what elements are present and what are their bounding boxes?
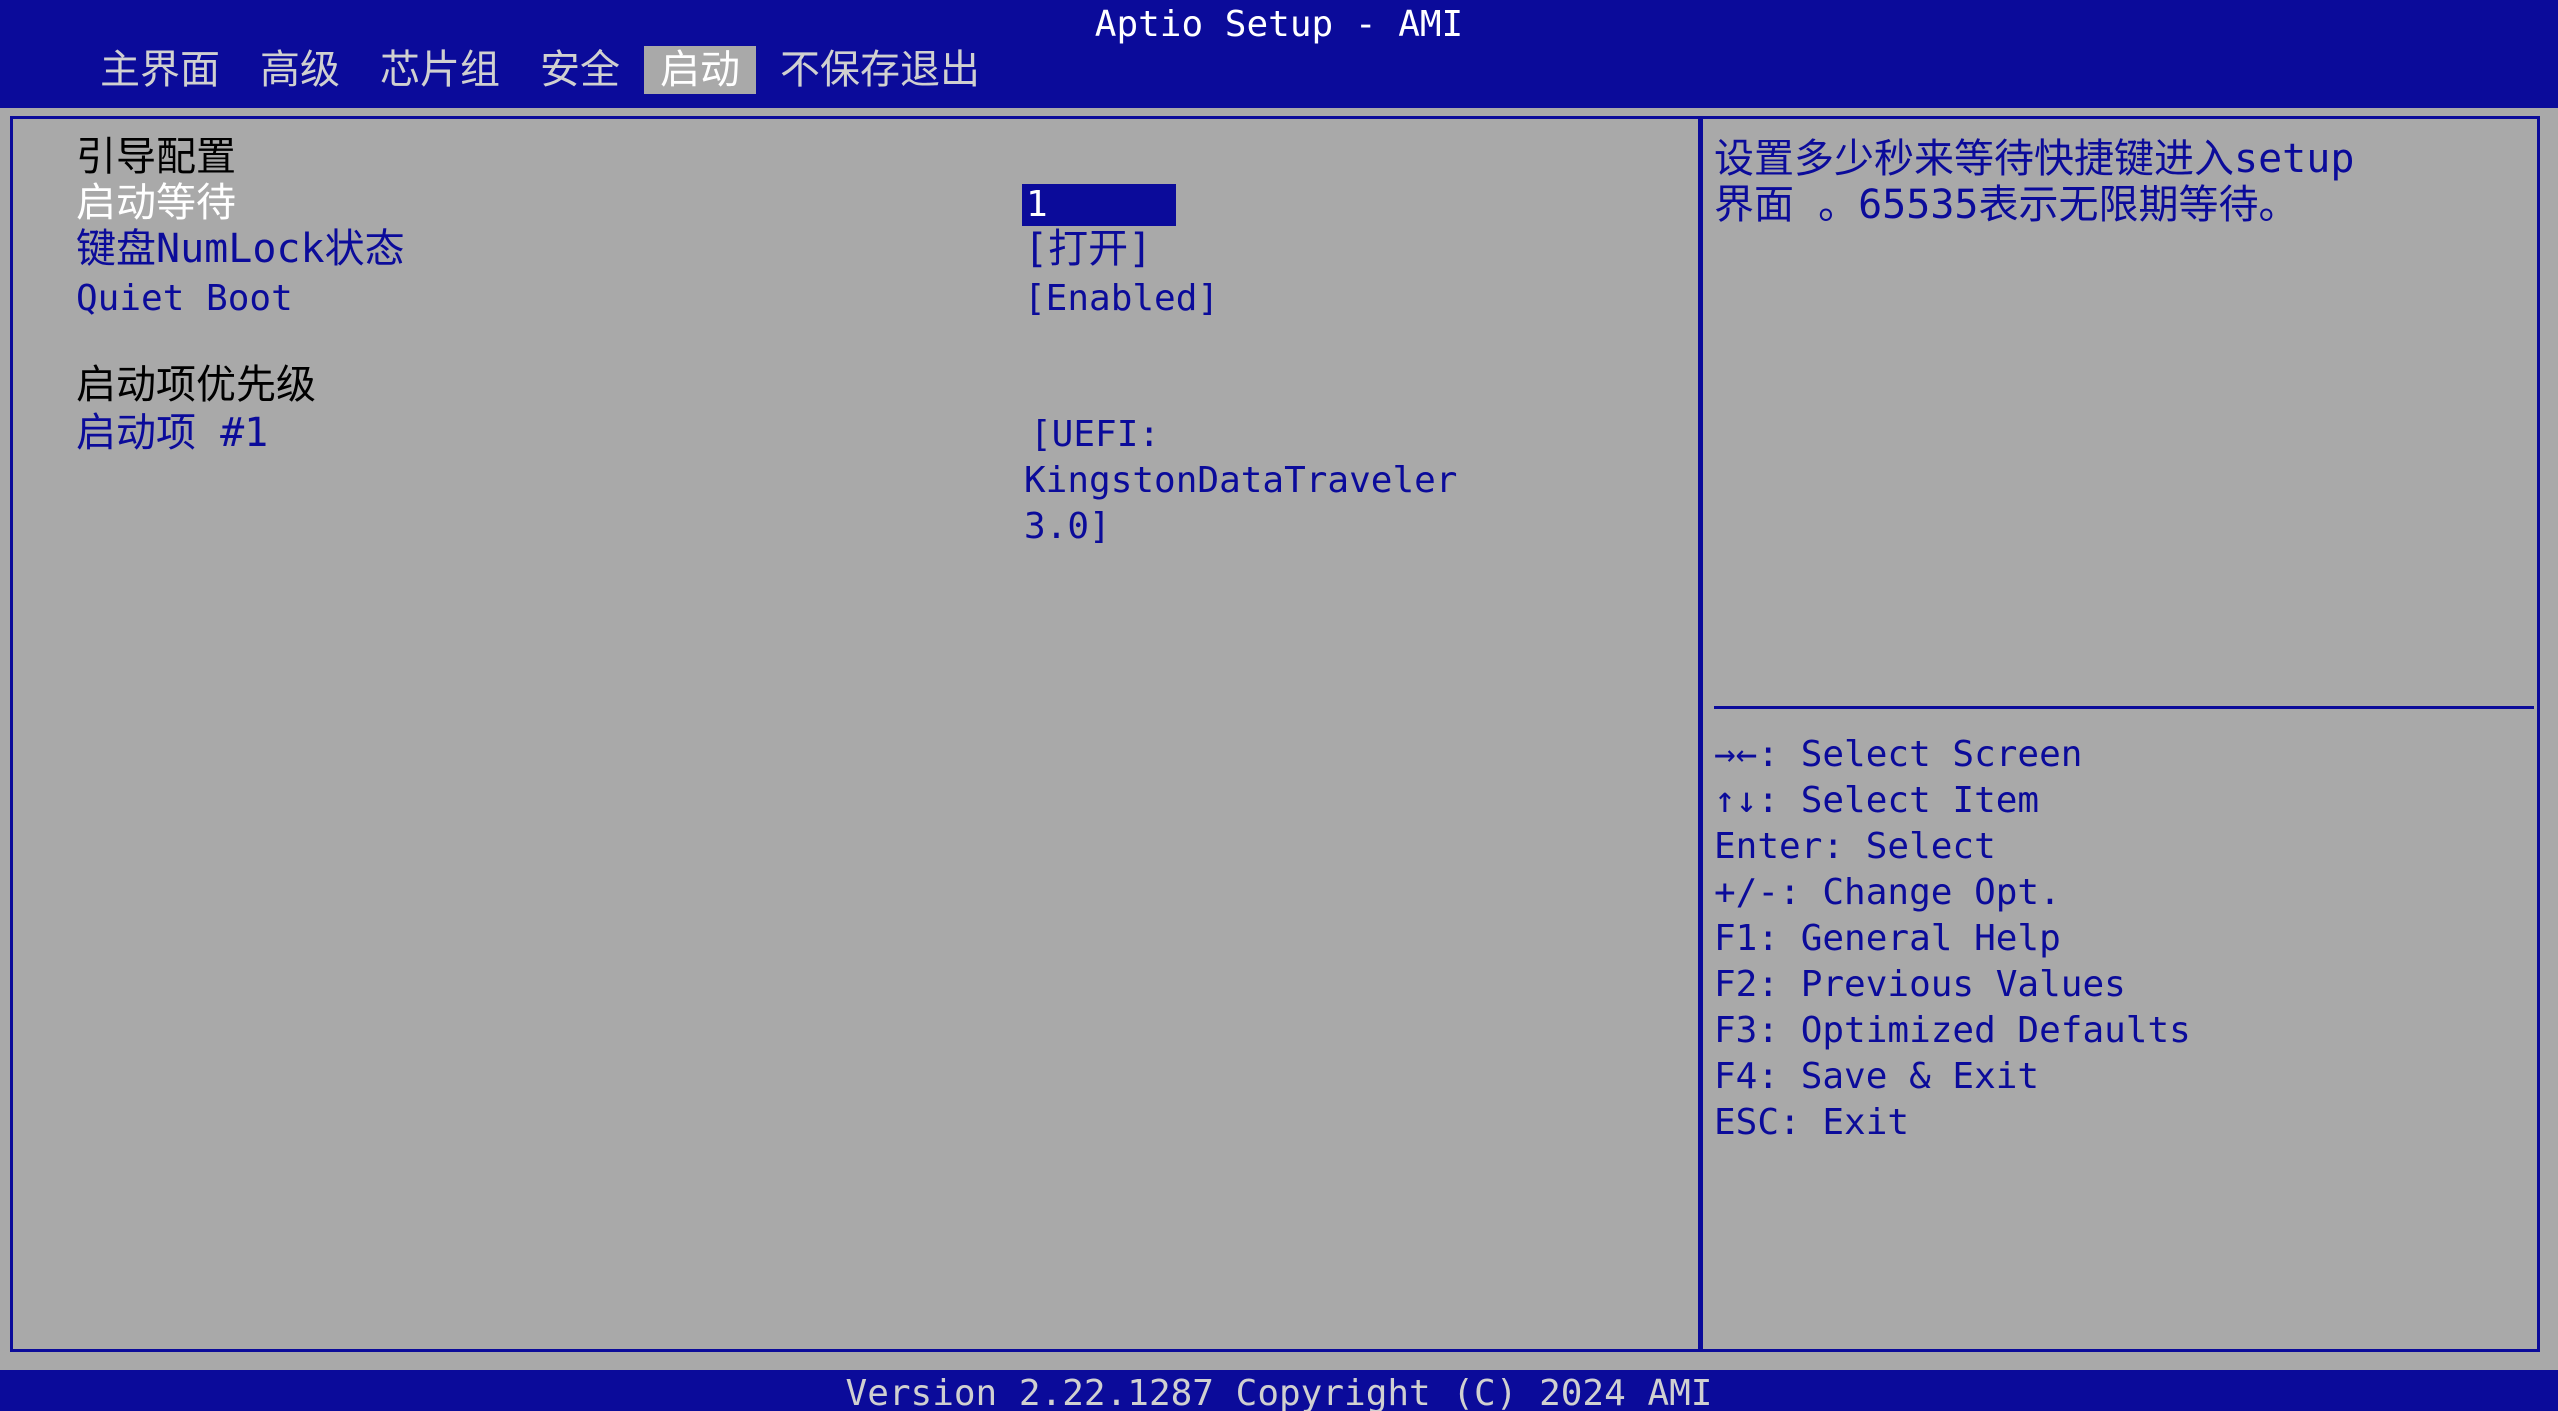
numlock-label[interactable]: 键盘NumLock状态 bbox=[76, 226, 405, 272]
key-hint-select-item: ↑↓: Select Item bbox=[1714, 780, 2040, 821]
section-title-boot-priority: 启动项优先级 bbox=[76, 362, 316, 408]
help-divider bbox=[1714, 706, 2534, 709]
tab-security[interactable]: 安全 bbox=[524, 46, 636, 94]
tab-boot[interactable]: 启动 bbox=[644, 46, 756, 94]
boot-option-1-value-line3[interactable]: 3.0] bbox=[1024, 504, 1111, 550]
quiet-boot-value[interactable]: [Enabled] bbox=[1024, 276, 1219, 322]
boot-option-1-value-line2[interactable]: KingstonDataTraveler bbox=[1024, 458, 1457, 504]
key-hint-change-opt: +/-: Change Opt. bbox=[1714, 872, 2061, 913]
tab-advanced[interactable]: 高级 bbox=[244, 46, 356, 94]
section-title-boot-config: 引导配置 bbox=[76, 134, 236, 180]
boot-option-1-value-line1[interactable]: [UEFI: bbox=[1030, 412, 1160, 458]
tab-bar: 主界面 高级 芯片组 安全 启动 不保存退出 bbox=[84, 46, 1004, 94]
boot-wait-input[interactable]: 1 bbox=[1022, 184, 1176, 226]
key-hint-enter: Enter: Select bbox=[1714, 826, 1996, 867]
boot-wait-label[interactable]: 启动等待 bbox=[76, 180, 236, 226]
help-text-line2: 界面 。65535表示无限期等待。 bbox=[1714, 182, 2299, 228]
tab-exit-without-save[interactable]: 不保存退出 bbox=[764, 46, 996, 94]
quiet-boot-label[interactable]: Quiet Boot bbox=[76, 276, 293, 322]
numlock-value[interactable]: [打开] bbox=[1024, 226, 1152, 272]
key-hint-esc-exit: ESC: Exit bbox=[1714, 1102, 1910, 1143]
title-bar: Aptio Setup - AMI 主界面 高级 芯片组 安全 启动 不保存退出 bbox=[0, 0, 2558, 94]
setup-panel: 引导配置 启动等待 1 键盘NumLock状态 [打开] Quiet Boot … bbox=[0, 108, 2558, 1370]
help-text-line1: 设置多少秒来等待快捷键进入setup bbox=[1714, 136, 2355, 182]
key-hint-select-screen: →←: Select Screen bbox=[1714, 734, 2083, 775]
panel-divider bbox=[1698, 116, 1703, 1352]
key-hint-optimized-defaults: F3: Optimized Defaults bbox=[1714, 1010, 2191, 1051]
app-title: Aptio Setup - AMI bbox=[1094, 4, 1464, 45]
boot-option-1-label[interactable]: 启动项 #1 bbox=[76, 410, 268, 456]
tab-chipset[interactable]: 芯片组 bbox=[364, 46, 516, 94]
key-hint-general-help: F1: General Help bbox=[1714, 918, 2061, 959]
key-hint-save-exit: F4: Save & Exit bbox=[1714, 1056, 2040, 1097]
version-footer: Version 2.22.1287 Copyright (C) 2024 AMI bbox=[0, 1370, 2558, 1411]
tab-main[interactable]: 主界面 bbox=[84, 46, 236, 94]
panel-border bbox=[10, 116, 2540, 1352]
key-hint-previous-values: F2: Previous Values bbox=[1714, 964, 2126, 1005]
